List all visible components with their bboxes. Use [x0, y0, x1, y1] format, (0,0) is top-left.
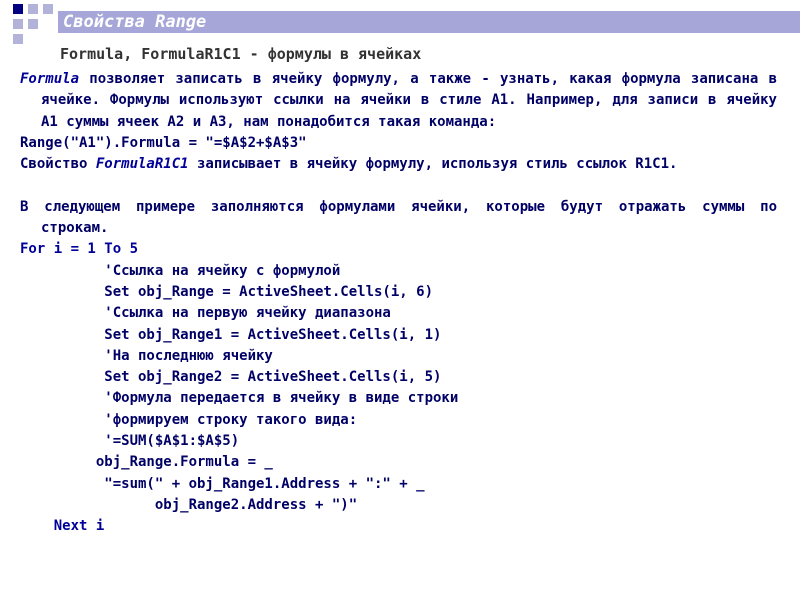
corner-square-light-4	[28, 19, 38, 29]
code-line: obj_Range2.Address + ")"	[20, 496, 358, 513]
code-line: 'Ссылка на первую ячейку диапазона	[20, 305, 391, 322]
code-line: Set obj_Range2 = ActiveSheet.Cells(i, 5)	[20, 369, 442, 386]
corner-square-light-3	[13, 19, 23, 29]
corner-square-light-1	[28, 4, 38, 14]
paragraph-example: В следующем примере заполняются формулам…	[20, 198, 777, 237]
code-line-range: Range("A1").Formula = "=$A$2+$A$3"	[20, 134, 307, 151]
corner-square-dark-1	[13, 4, 23, 14]
slide-body: Formula позволяет записать в ячейку форм…	[20, 69, 777, 538]
paragraph-formular1c1-pre: Свойство	[20, 156, 96, 173]
code-line: For i = 1 To 5	[20, 241, 139, 258]
code-line: Set obj_Range1 = ActiveSheet.Cells(i, 1)	[20, 326, 442, 343]
corner-square-light-5	[13, 34, 23, 44]
paragraph-formula: Formula позволяет записать в ячейку форм…	[20, 69, 777, 133]
paragraph-formular1c1: Свойство FormulaR1C1 записывает в ячейку…	[20, 154, 777, 175]
slide-title: Свойства Range	[63, 12, 207, 32]
code-line: Next i	[20, 518, 105, 535]
code-line: obj_Range.Formula = _	[20, 454, 273, 471]
paragraph-formular1c1-post: записывает в ячейку формулу, используя с…	[188, 156, 678, 173]
code-line: "=sum(" + obj_Range1.Address + ":" + _	[20, 475, 425, 492]
corner-square-light-2	[43, 4, 53, 14]
code-line: '=SUM($A$1:$A$5)	[20, 433, 240, 450]
code-line: 'формируем строку такого вида:	[20, 411, 358, 428]
term-formula: Formula	[20, 71, 80, 87]
paragraph-formula-text: позволяет записать в ячейку формулу, а т…	[41, 71, 777, 130]
code-line: 'На последнюю ячейку	[20, 347, 273, 364]
code-line: 'Формула передается в ячейку в виде стро…	[20, 390, 459, 407]
code-line: 'Ссылка на ячейку с формулой	[20, 262, 341, 279]
code-line: Set obj_Range = ActiveSheet.Cells(i, 6)	[20, 283, 434, 300]
term-formular1c1: FormulaR1C1	[95, 156, 189, 173]
slide-subtitle: Formula, FormulaR1C1 - формулы в ячейках	[60, 45, 422, 63]
